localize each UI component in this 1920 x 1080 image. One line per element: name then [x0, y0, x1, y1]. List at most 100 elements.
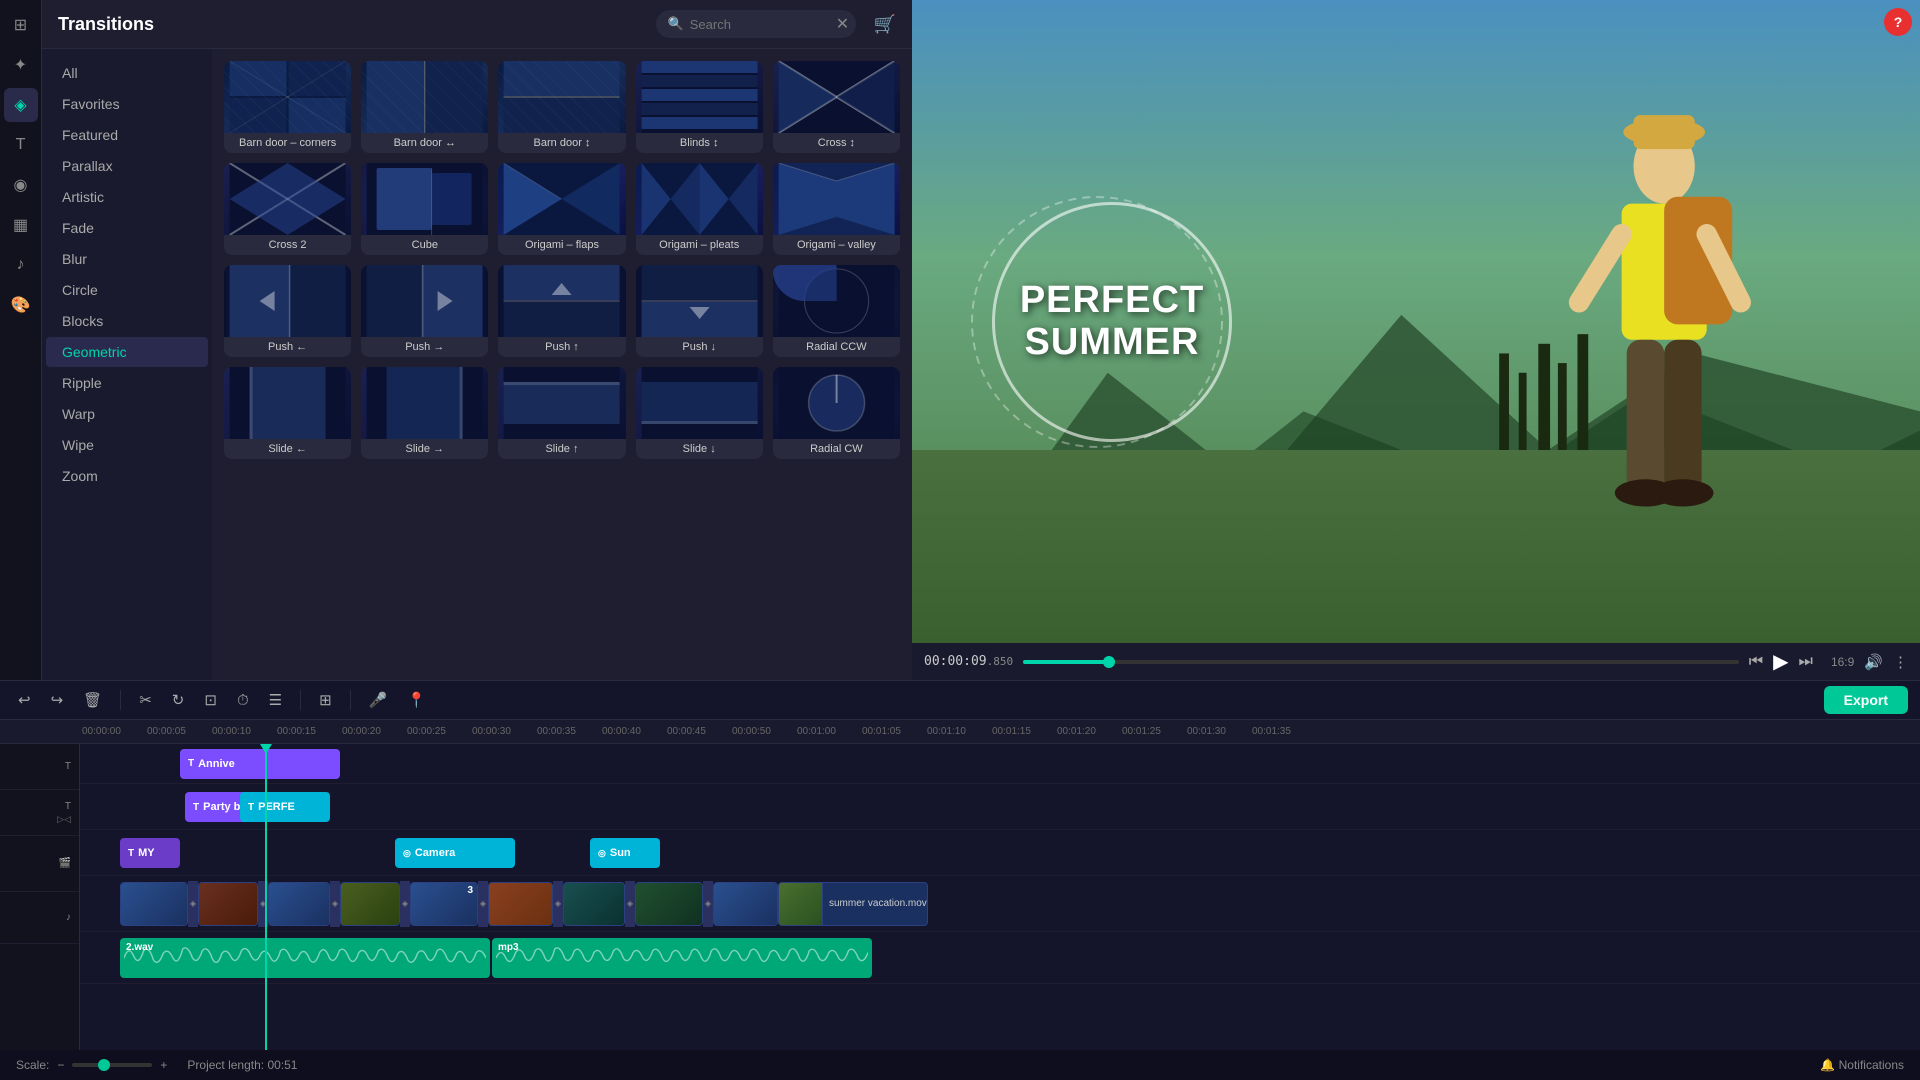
transition-label: Cross ↕ [773, 133, 900, 153]
sidebar-icon-text[interactable]: T [4, 128, 38, 162]
video-clip-2[interactable] [198, 882, 258, 926]
location-button[interactable]: 📍 [401, 687, 432, 713]
overlay-track: TMY ◎Camera ◎Sun [80, 830, 1920, 876]
audio-clip-2[interactable]: mp3 [492, 938, 872, 978]
transition-push-up[interactable]: Push ↑ [498, 265, 625, 357]
search-clear-icon[interactable]: ✕ [836, 14, 849, 34]
transition-push-right[interactable]: Push → [361, 265, 488, 357]
video-clip-7[interactable] [563, 882, 625, 926]
clip-camera[interactable]: ◎Camera [395, 838, 515, 868]
notifications-button[interactable]: 🔔 Notifications [1820, 1058, 1904, 1072]
cut-button[interactable]: ✂ [133, 687, 158, 713]
clip-sun[interactable]: ◎Sun [590, 838, 660, 868]
redo-button[interactable]: ↪ [45, 687, 70, 713]
sidebar-icon-color[interactable]: 🎨 [4, 288, 38, 322]
category-all[interactable]: All [46, 58, 208, 88]
search-input[interactable] [690, 17, 830, 32]
list-button[interactable]: ☰ [263, 687, 288, 713]
sidebar-icon-transitions[interactable]: ◈ [4, 88, 38, 122]
category-zoom[interactable]: Zoom [46, 461, 208, 491]
delete-button[interactable]: 🗑 [77, 687, 108, 713]
search-bar[interactable]: 🔍 ✕ [656, 10, 856, 38]
category-ripple[interactable]: Ripple [46, 368, 208, 398]
transition-cross2[interactable]: Cross 2 [224, 163, 351, 255]
clip-perfe[interactable]: TPERFE [240, 792, 330, 822]
progress-thumb[interactable] [1103, 656, 1115, 668]
sidebar-icon-filter[interactable]: ◉ [4, 168, 38, 202]
transition-cross1[interactable]: Cross ↕ [773, 61, 900, 153]
transition-marker-6[interactable]: ◈ [553, 881, 563, 927]
rewind-button[interactable]: ⏮ [1749, 653, 1763, 671]
category-blocks[interactable]: Blocks [46, 306, 208, 336]
transition-slide5[interactable]: Radial CW [773, 367, 900, 459]
transition-blinds[interactable]: Blinds ↕ [636, 61, 763, 153]
transition-slide1[interactable]: Slide ← [224, 367, 351, 459]
undo-button[interactable]: ↩ [12, 687, 37, 713]
mic-button[interactable]: 🎤 [363, 687, 394, 713]
sidebar-icon-effects[interactable]: ✦ [4, 48, 38, 82]
clip-annive[interactable]: T Annive [180, 749, 340, 779]
sidebar-icon-audio[interactable]: ♪ [4, 248, 38, 282]
video-clip-8[interactable]: video [635, 882, 703, 926]
help-button[interactable]: ? [1884, 8, 1912, 36]
category-fade[interactable]: Fade [46, 213, 208, 243]
transition-barn-corners[interactable]: Barn door – corners [224, 61, 351, 153]
tracks-content[interactable]: T Annive TParty b TPERFE TMY [80, 744, 1920, 1050]
category-parallax[interactable]: Parallax [46, 151, 208, 181]
audio-clip-1[interactable]: 2.wav // Generate wave bars inline const… [120, 938, 490, 978]
progress-bar[interactable] [1023, 660, 1739, 664]
video-clip-4[interactable] [340, 882, 400, 926]
cart-icon[interactable]: 🛒 [874, 14, 896, 35]
transition-origami-pleats[interactable]: Origami – pleats [636, 163, 763, 255]
video-clip-5[interactable]: 3 [410, 882, 478, 926]
transition-origami-valley[interactable]: Origami – valley [773, 163, 900, 255]
transition-marker-3[interactable]: ◈ [330, 881, 340, 927]
video-clip-1[interactable] [120, 882, 188, 926]
transition-label: Push → [361, 337, 488, 357]
scale-slider[interactable] [72, 1063, 152, 1067]
export-button[interactable]: Export [1824, 686, 1908, 714]
transition-marker-7[interactable]: ◈ [625, 881, 635, 927]
transition-marker-5[interactable]: ◈ [478, 881, 488, 927]
transition-radial-ccw[interactable]: Radial CCW [773, 265, 900, 357]
more-options-icon[interactable]: ⋮ [1893, 653, 1908, 671]
transition-marker-4[interactable]: ◈ [400, 881, 410, 927]
ruler-mark: 00:00:10 [210, 726, 275, 737]
category-featured[interactable]: Featured [46, 120, 208, 150]
play-button[interactable]: ▶ [1773, 649, 1788, 674]
category-geometric[interactable]: Geometric [46, 337, 208, 367]
transition-slide2[interactable]: Slide → [361, 367, 488, 459]
category-artistic[interactable]: Artistic [46, 182, 208, 212]
timer-button[interactable]: ⏱ [231, 688, 255, 713]
transition-barn-double[interactable]: Barn door ↔ [361, 61, 488, 153]
transition-marker-8[interactable]: ◈ [703, 881, 713, 927]
clip-my[interactable]: TMY [120, 838, 180, 868]
category-wipe[interactable]: Wipe [46, 430, 208, 460]
transition-push-down[interactable]: Push ↓ [636, 265, 763, 357]
video-clip-6[interactable] [488, 882, 553, 926]
transition-barn-down[interactable]: Barn door ↕ [498, 61, 625, 153]
transition-slide3[interactable]: Slide ↑ [498, 367, 625, 459]
volume-icon[interactable]: 🔊 [1864, 653, 1883, 671]
category-circle[interactable]: Circle [46, 275, 208, 305]
transition-cube[interactable]: Cube [361, 163, 488, 255]
crop-button[interactable]: ⊡ [198, 687, 223, 713]
sidebar-icon-media[interactable]: ▦ [4, 208, 38, 242]
transition-push-left[interactable]: Push ← [224, 265, 351, 357]
video-clip-3[interactable] [268, 882, 330, 926]
transition-marker-1[interactable]: ◈ [188, 881, 198, 927]
category-blur[interactable]: Blur [46, 244, 208, 274]
timecode-display: 00:00:09.850 [924, 654, 1013, 669]
video-clip-summer[interactable]: summer vacation.mov [778, 882, 928, 926]
video-clip-9[interactable] [713, 882, 778, 926]
overlay-button[interactable]: ⊞ [313, 687, 338, 713]
forward-button[interactable]: ⏭ [1799, 653, 1813, 671]
scale-increase-icon[interactable]: + [160, 1058, 167, 1072]
transition-slide4[interactable]: Slide ↓ [636, 367, 763, 459]
rotate-button[interactable]: ↻ [166, 687, 191, 713]
scale-decrease-icon[interactable]: − [57, 1058, 64, 1072]
transition-origami-flaps[interactable]: Origami – flaps [498, 163, 625, 255]
category-favorites[interactable]: Favorites [46, 89, 208, 119]
sidebar-icon-grid[interactable]: ⊞ [4, 8, 38, 42]
category-warp[interactable]: Warp [46, 399, 208, 429]
